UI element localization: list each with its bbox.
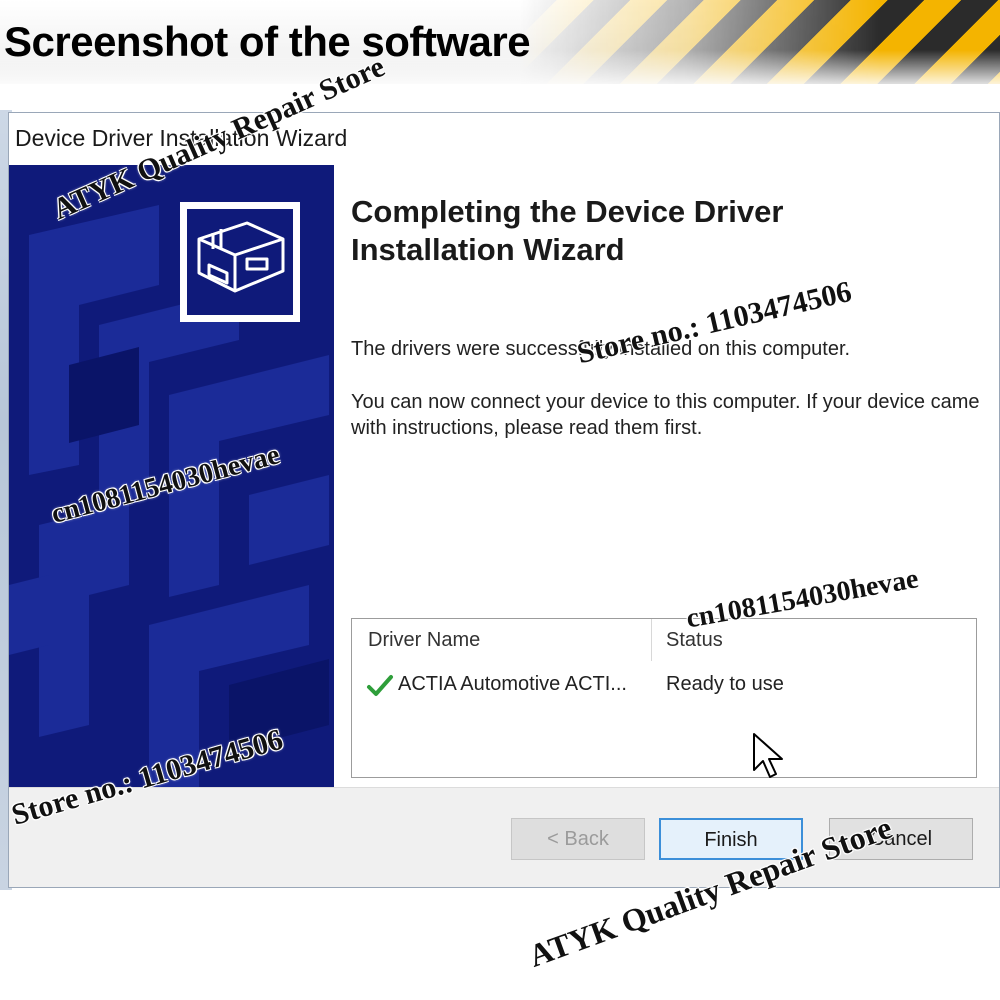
driver-status: Ready to use xyxy=(666,673,784,695)
table-row[interactable]: ACTIA Automotive ACTI... Ready to use xyxy=(352,669,976,703)
driver-name: ACTIA Automotive ACTI... xyxy=(398,673,627,695)
checkmark-icon xyxy=(366,673,394,699)
back-button[interactable]: < Back xyxy=(511,818,645,860)
header-banner: Screenshot of the software xyxy=(0,0,1000,84)
wizard-heading: Completing the Device Driver Installatio… xyxy=(351,194,784,267)
driver-list: Driver Name Status ACTIA Automotive ACTI… xyxy=(351,618,977,778)
wizard-device-icon xyxy=(180,202,300,322)
banner-title: Screenshot of the software xyxy=(4,18,531,65)
instructions-message: You can now connect your device to this … xyxy=(351,391,980,439)
driver-list-header: Driver Name Status xyxy=(352,619,976,661)
column-header-driver-name[interactable]: Driver Name xyxy=(352,619,652,661)
mouse-cursor-icon xyxy=(753,733,783,778)
